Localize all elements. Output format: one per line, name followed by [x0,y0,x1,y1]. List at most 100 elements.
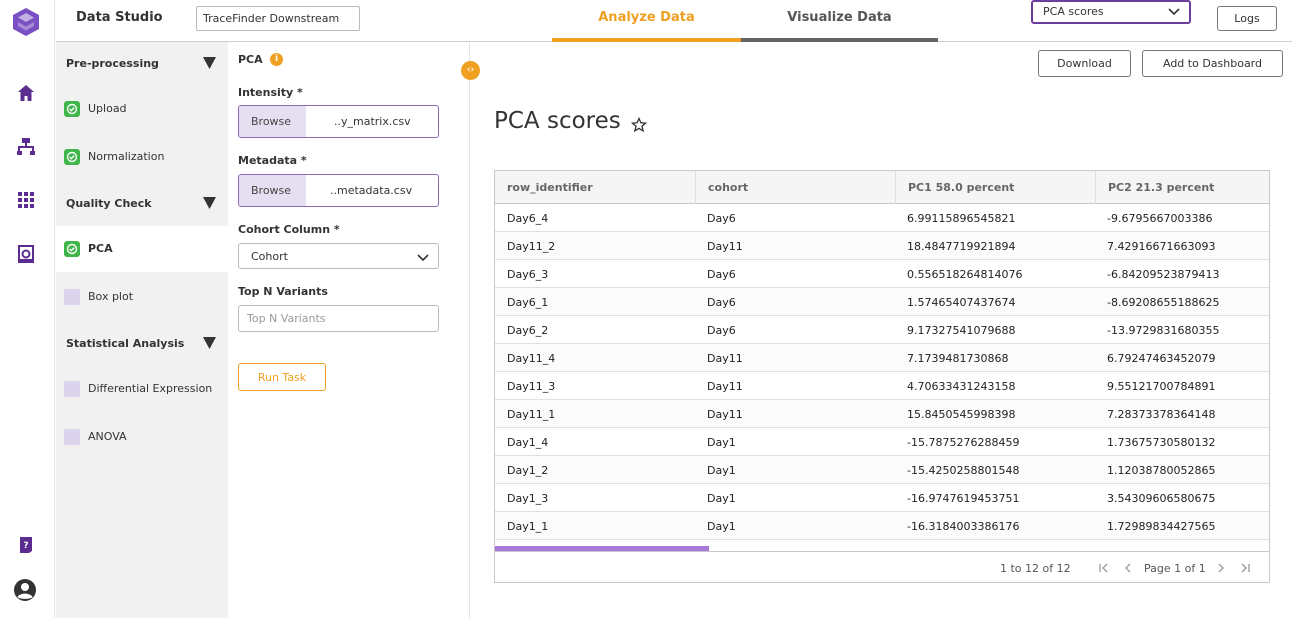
top-n-input[interactable] [238,305,439,332]
svg-text:?: ? [23,541,28,551]
chevron-down-icon [1167,4,1181,18]
table-cell: Day1 [707,492,736,505]
collapse-triangle-icon[interactable] [203,57,216,69]
step-label: Upload [88,102,127,115]
metadata-browse-button[interactable]: Browse [239,175,306,206]
table-cell: -6.84209523879413 [1107,268,1220,281]
next-page-icon[interactable] [1215,562,1227,574]
home-icon[interactable] [16,83,36,103]
table-row[interactable]: Day11_1 Day11 15.8450545998398 7.2837337836… [495,400,1269,428]
table-cell: Day11_4 [507,352,556,365]
table-row[interactable]: Day1_3 Day1 -16.9747619453751 3.54309606580… [495,484,1269,512]
table-cell: Day6 [707,296,736,309]
run-task-button[interactable]: Run Task [238,363,326,391]
table-cell: 1.57465407437674 [907,296,1016,309]
main-content: Download Add to Dashboard PCA scores row… [480,42,1292,618]
collapse-triangle-icon[interactable] [203,337,216,349]
step-differential-expression[interactable]: Differential Expression [56,366,228,412]
table-cell: 4.70633431243158 [907,380,1016,393]
cohort-column-select[interactable]: Cohort [238,243,439,269]
tab-analyze-data[interactable]: Analyze Data [552,0,741,42]
table-row[interactable]: Day6_4 Day6 6.99115896545821 -9.67956670033… [495,204,1269,232]
table-row[interactable]: Day11_4 Day11 7.1739481730868 6.79247463452… [495,344,1269,372]
table-cell: 7.28373378364148 [1107,408,1216,421]
table-cell: -9.6795667003386 [1107,212,1213,225]
cohort-column-label: Cohort Column * [238,223,340,236]
table-cell: -8.69208655188625 [1107,296,1220,309]
table-cell: 9.55121700784891 [1107,380,1216,393]
table-row[interactable]: Day1_4 Day1 -15.7875276288459 1.73675730580… [495,428,1269,456]
task-form-panel: PCA i Intensity * Browse ..y_matrix.csv … [228,42,470,618]
table-cell: Day1 [707,436,736,449]
previous-page-icon[interactable] [1122,562,1134,574]
workflow-sidebar: Pre-processing Upload Normalization Qual… [56,42,228,618]
table-cell: Day1_2 [507,464,549,477]
table-cell: 6.79247463452079 [1107,352,1216,365]
panel-collapse-icon[interactable]: ‹› [461,61,480,80]
table-cell: -16.9747619453751 [907,492,1020,505]
view-select[interactable]: PCA scores [1031,0,1191,24]
section-label: Quality Check [66,197,152,210]
table-cell: 0.556518264814076 [907,268,1023,281]
step-pca[interactable]: PCA [56,226,228,272]
column-header-pc1[interactable]: PC1 58.0 percent [895,171,1095,204]
table-cell: Day11_2 [507,240,556,253]
logs-button[interactable]: Logs [1217,6,1277,31]
help-icon[interactable]: ? [16,535,36,555]
table-cell: Day11_3 [507,380,556,393]
metadata-file-field[interactable]: Browse ..metadata.csv [238,174,439,207]
info-icon[interactable]: i [270,53,283,66]
table-row[interactable]: Day1_1 Day1 -16.3184003386176 1.72989834427… [495,512,1269,540]
step-upload[interactable]: Upload [56,86,228,132]
download-button[interactable]: Download [1038,50,1131,77]
user-icon[interactable] [13,578,37,602]
table-row[interactable]: Day6_2 Day6 9.17327541079688 -13.9729831680… [495,316,1269,344]
page-indicator: Page 1 of 1 [1144,562,1206,575]
table-row[interactable]: Day6_1 Day6 1.57465407437674 -8.69208655188… [495,288,1269,316]
grid-apps-icon[interactable] [16,190,36,210]
step-label: Normalization [88,150,165,163]
intensity-file-field[interactable]: Browse ..y_matrix.csv [238,105,439,138]
checkbox-empty-icon [64,381,80,397]
section-statistical-analysis[interactable]: Statistical Analysis [56,322,228,362]
intensity-browse-button[interactable]: Browse [239,106,306,137]
step-box-plot[interactable]: Box plot [56,274,228,320]
collapse-triangle-icon[interactable] [203,197,216,209]
app-logo-icon[interactable] [13,8,39,36]
column-header-cohort[interactable]: cohort [695,171,895,204]
tab-visualize-data[interactable]: Visualize Data [741,0,938,42]
metadata-label: Metadata * [238,154,307,167]
project-name-field[interactable]: TraceFinder Downstream [196,6,360,31]
column-header-pc2[interactable]: PC2 21.3 percent [1095,171,1269,204]
last-page-icon[interactable] [1239,562,1251,574]
check-icon [64,101,80,117]
table-cell: 1.12038780052865 [1107,464,1216,477]
table-cell: 15.8450545998398 [907,408,1016,421]
step-anova[interactable]: ANOVA [56,414,228,460]
table-row[interactable]: Day1_2 Day1 -15.4250258801548 1.12038780052… [495,456,1269,484]
step-label: Box plot [88,290,134,303]
first-page-icon[interactable] [1098,562,1110,574]
metadata-file-name: ..metadata.csv [330,184,413,197]
table-row[interactable]: Day11_2 Day11 18.4847719921894 7.4291667166… [495,232,1269,260]
report-icon[interactable] [16,244,36,264]
page-title: PCA scores [494,108,621,134]
table-cell: Day11 [707,240,743,253]
chevron-down-icon [416,250,430,264]
table-row[interactable]: Day6_3 Day6 0.556518264814076 -6.8420952387… [495,260,1269,288]
star-icon[interactable] [630,116,648,133]
view-select-value: PCA scores [1043,5,1104,18]
table-cell: Day6 [707,268,736,281]
table-cell: Day6_3 [507,268,549,281]
checkbox-empty-icon [64,289,80,305]
form-title: PCA [238,53,263,66]
table-cell: Day11 [707,408,743,421]
workflow-icon[interactable] [16,136,36,156]
table-row[interactable]: Day11_3 Day11 4.70633431243158 9.5512170078… [495,372,1269,400]
section-quality-check[interactable]: Quality Check [56,182,228,222]
section-pre-processing[interactable]: Pre-processing [56,42,228,82]
table-cell: 3.54309606580675 [1107,492,1216,505]
step-normalization[interactable]: Normalization [56,134,228,180]
add-to-dashboard-button[interactable]: Add to Dashboard [1142,50,1283,77]
column-header-row-identifier[interactable]: row_identifier [495,171,695,204]
